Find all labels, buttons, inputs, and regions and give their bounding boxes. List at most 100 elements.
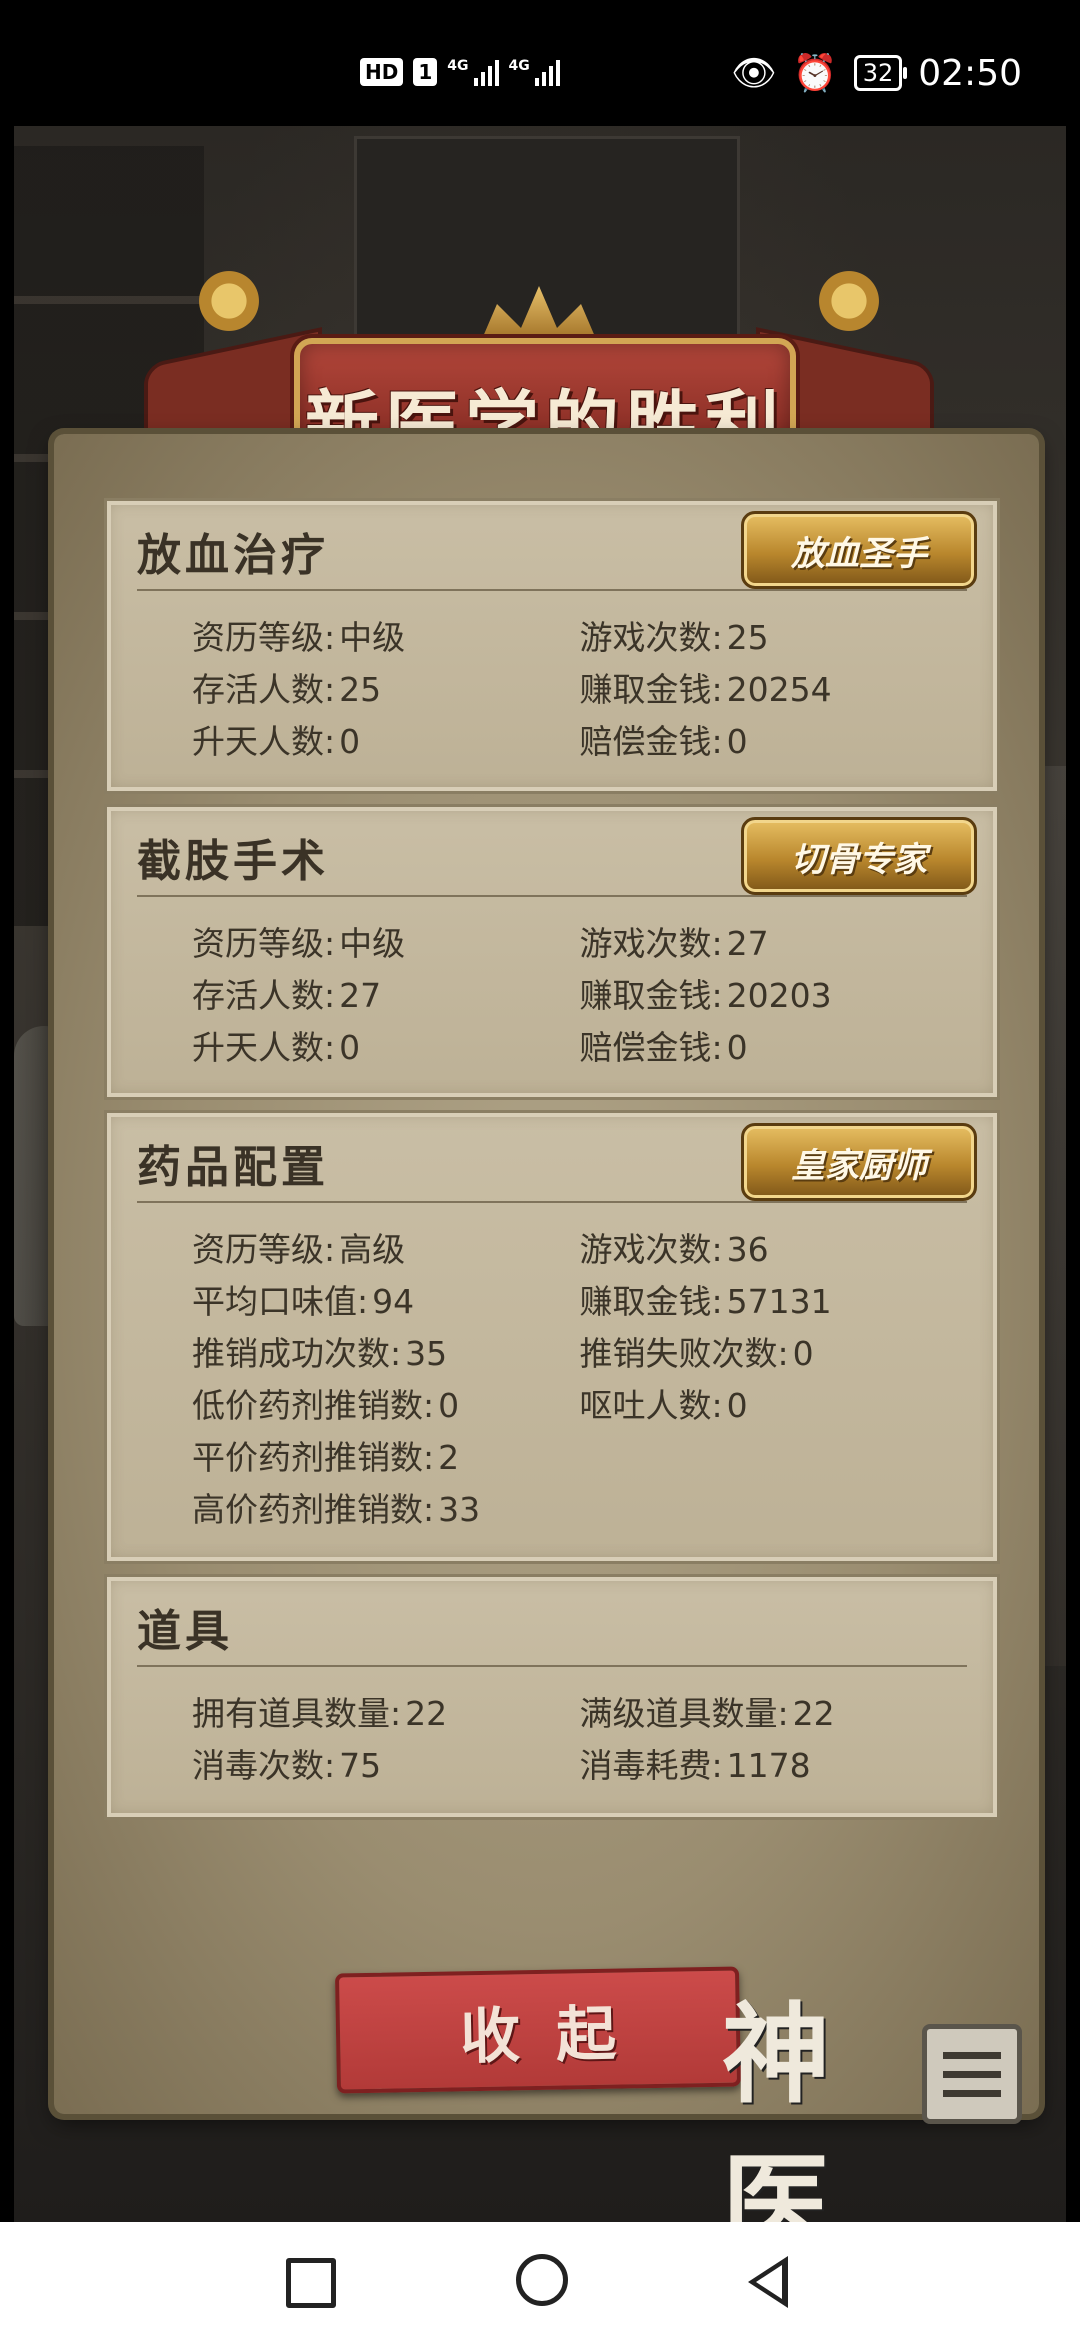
stat-row: 平价药剂推销数2	[192, 1429, 967, 1481]
back-icon[interactable]	[748, 2256, 788, 2308]
collapse-button-label: 收起	[459, 1998, 653, 2072]
stat-label: 存活人数	[192, 670, 335, 709]
stat-value: 25	[726, 618, 769, 657]
stat-value: 25	[339, 670, 382, 709]
stat-row: 高价药剂推销数33	[192, 1481, 967, 1533]
signal-icon-2: 4G	[509, 58, 560, 86]
section-medicine: 药品配置 皇家厨师 资历等级高级 游戏次数36 平均口味值94 赚取金钱5713…	[104, 1110, 1000, 1564]
stat-item: 赔偿金钱0	[580, 715, 968, 763]
stat-label: 消毒耗费	[580, 1746, 723, 1785]
achievement-badge[interactable]: 皇家厨师	[741, 1123, 977, 1201]
stat-value: 0	[726, 722, 748, 761]
stat-row: 资历等级中级 游戏次数27	[192, 915, 967, 967]
stat-item: 赚取金钱20203	[580, 969, 968, 1017]
stat-row: 低价药剂推销数0 呕吐人数0	[192, 1377, 967, 1429]
stat-value: 0	[438, 1386, 460, 1425]
stat-label: 消毒次数	[192, 1746, 335, 1785]
hd-badge: HD	[360, 58, 404, 86]
stat-item: 赚取金钱57131	[580, 1275, 968, 1323]
stat-item: 资历等级中级	[192, 611, 580, 659]
stat-label: 推销失败次数	[580, 1334, 789, 1373]
stat-label: 推销成功次数	[192, 1334, 401, 1373]
stat-value: 20254	[726, 670, 832, 709]
divider	[137, 895, 967, 897]
stat-value: 27	[726, 924, 769, 963]
sim-badge: 1	[413, 58, 438, 86]
stat-value: 27	[339, 976, 382, 1015]
stat-label: 呕吐人数	[580, 1386, 723, 1425]
stats-parchment: 放血治疗 放血圣手 资历等级中级 游戏次数25 存活人数25 赚取金钱20254…	[54, 434, 1039, 2114]
stat-item: 游戏次数25	[580, 611, 968, 659]
stat-value: 0	[726, 1028, 748, 1067]
stat-row: 存活人数25 赚取金钱20254	[192, 661, 967, 713]
stat-label: 升天人数	[192, 722, 335, 761]
stat-label: 低价药剂推销数	[192, 1386, 434, 1425]
stat-value: 0	[792, 1334, 814, 1373]
stat-value: 75	[339, 1746, 382, 1785]
stat-item: 升天人数0	[192, 715, 580, 763]
stat-row: 资历等级高级 游戏次数36	[192, 1221, 967, 1273]
game-logo: 神医	[722, 1992, 830, 2268]
menu-list-icon[interactable]	[922, 2024, 1022, 2124]
stat-label: 游戏次数	[580, 1230, 723, 1269]
stat-value: 94	[372, 1282, 415, 1321]
stat-item: 平价药剂推销数2	[192, 1431, 624, 1479]
stat-item: 赚取金钱20254	[580, 663, 968, 711]
divider	[137, 589, 967, 591]
alarm-icon: ⏰	[792, 53, 838, 94]
recent-apps-icon[interactable]	[286, 2258, 336, 2308]
divider	[137, 1665, 967, 1667]
stat-value: 2	[438, 1438, 460, 1477]
collapse-button[interactable]: 收起	[334, 1966, 742, 2094]
laurel-icon	[814, 266, 884, 336]
stat-label: 资历等级	[192, 618, 335, 657]
section-bloodletting: 放血治疗 放血圣手 资历等级中级 游戏次数25 存活人数25 赚取金钱20254…	[104, 498, 1000, 794]
stat-value: 20203	[726, 976, 832, 1015]
stat-row: 升天人数0 赔偿金钱0	[192, 1019, 967, 1071]
stat-item: 满级道具数量22	[580, 1687, 968, 1735]
section-title: 药品配置	[137, 1142, 329, 1193]
achievement-badge[interactable]: 放血圣手	[741, 511, 977, 589]
battery-icon: 32	[853, 55, 907, 91]
navigation-bar	[0, 2222, 1080, 2340]
stat-item: 资历等级高级	[192, 1223, 580, 1271]
badge-label: 切骨专家	[791, 839, 927, 880]
stat-value: 1178	[726, 1746, 811, 1785]
section-title: 截肢手术	[137, 836, 329, 887]
stat-label: 赔偿金钱	[580, 1028, 723, 1067]
stat-label: 满级道具数量	[580, 1694, 789, 1733]
stat-value: 33	[438, 1490, 481, 1529]
stat-item: 高价药剂推销数33	[192, 1483, 624, 1531]
stat-row: 升天人数0 赔偿金钱0	[192, 713, 967, 765]
stat-value: 0	[726, 1386, 748, 1425]
stat-item: 存活人数27	[192, 969, 580, 1017]
network-type-2: 4G	[508, 58, 530, 74]
stat-value: 中级	[339, 618, 406, 657]
divider	[137, 1201, 967, 1203]
status-bar: HD 1 4G 4G 👁 ⏰ 32 02:50	[0, 0, 1080, 126]
stat-label: 资历等级	[192, 1230, 335, 1269]
stat-value: 36	[726, 1230, 769, 1269]
stat-value: 0	[339, 722, 361, 761]
stat-value: 57131	[726, 1282, 832, 1321]
stat-label: 赚取金钱	[580, 976, 723, 1015]
badge-label: 皇家厨师	[791, 1145, 927, 1186]
clock: 02:50	[918, 52, 1022, 94]
section-title: 放血治疗	[137, 530, 329, 581]
game-screen: 新医学的胜利 放血治疗 放血圣手 资历等级中级 游戏次数25 存活人数25 赚取…	[14, 126, 1066, 2222]
stat-label: 拥有道具数量	[192, 1694, 401, 1733]
stat-item: 游戏次数27	[580, 917, 968, 965]
laurel-icon	[194, 266, 264, 336]
home-icon[interactable]	[516, 2254, 568, 2306]
stat-item: 游戏次数36	[580, 1223, 968, 1271]
stat-label: 游戏次数	[580, 618, 723, 657]
stat-item: 资历等级中级	[192, 917, 580, 965]
stat-label: 赚取金钱	[580, 670, 723, 709]
stat-label: 平价药剂推销数	[192, 1438, 434, 1477]
achievement-badge[interactable]: 切骨专家	[741, 817, 977, 895]
network-type-1: 4G	[447, 58, 469, 74]
stat-label: 赔偿金钱	[580, 722, 723, 761]
stat-row: 平均口味值94 赚取金钱57131	[192, 1273, 967, 1325]
stat-value: 0	[339, 1028, 361, 1067]
stat-row: 存活人数27 赚取金钱20203	[192, 967, 967, 1019]
